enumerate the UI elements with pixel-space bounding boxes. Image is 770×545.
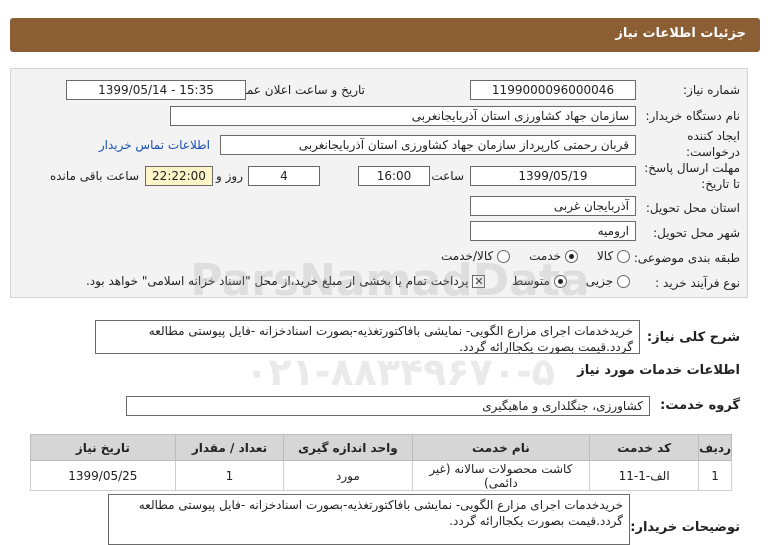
page-header: جزئیات اطلاعات نیاز bbox=[10, 18, 760, 52]
col-header-quantity: تعداد / مقدار bbox=[174, 434, 285, 461]
category-option-goods-service: کالا/خدمت bbox=[441, 249, 494, 263]
col-header-unit: واحد اندازه گیری bbox=[283, 434, 413, 461]
treasury-payment-note: پرداخت تمام یا بخشی از مبلغ خرید،از محل … bbox=[85, 274, 469, 288]
table-row: 1 الف-1-11 کاشت محصولات سالانه (غیر دائم… bbox=[30, 460, 732, 491]
deadline-label-line2: تا تاریخ: bbox=[701, 177, 740, 191]
creator-label-line1: ایجاد کننده bbox=[687, 129, 740, 143]
buyer-org-label: نام دستگاه خریدار: bbox=[645, 109, 741, 123]
buyer-contact-link[interactable]: اطلاعات تماس خریدار bbox=[99, 138, 210, 152]
process-type-label: نوع فرآیند خرید : bbox=[655, 276, 740, 290]
cell-quantity: 1 bbox=[174, 460, 285, 491]
buyer-notes-text: خریدخدمات اجرای مزارع الگویی- نمایشی باف… bbox=[108, 494, 630, 545]
days-remaining-field: 4 bbox=[248, 166, 320, 186]
category-radio-goods[interactable] bbox=[617, 250, 630, 263]
need-number-label: شماره نیاز: bbox=[683, 83, 740, 97]
process-option-medium: متوسط bbox=[512, 274, 550, 288]
city-field: ارومیه bbox=[470, 221, 636, 241]
table-header-row: ردیف کد خدمت نام خدمت واحد اندازه گیری ت… bbox=[30, 434, 732, 461]
process-radio-group: جزیی متوسط ✕ پرداخت تمام یا بخشی از مبلغ… bbox=[86, 274, 630, 288]
province-field: آذربایجان غربی bbox=[470, 196, 636, 216]
category-radio-goods-service[interactable] bbox=[497, 250, 511, 263]
category-label: طبقه بندی موضوعی: bbox=[633, 251, 740, 265]
service-group-label: گروه خدمت: bbox=[660, 398, 740, 413]
col-header-need-date: تاریخ نیاز bbox=[30, 434, 176, 461]
process-radio-medium[interactable] bbox=[553, 275, 567, 288]
category-option-goods: کالا bbox=[596, 249, 614, 263]
creator-field: قربان رحمتی کارپرداز سازمان جهاد کشاورزی… bbox=[220, 135, 636, 155]
col-header-name: نام خدمت bbox=[411, 434, 591, 461]
cell-need-date: 1399/05/25 bbox=[30, 460, 176, 491]
summary-label: شرح کلی نیاز: bbox=[646, 330, 740, 345]
announce-date-field: 1399/05/14 - 15:35 bbox=[66, 80, 246, 100]
deadline-time-field: 16:00 bbox=[358, 166, 430, 186]
remaining-time-field: 22:22:00 bbox=[145, 166, 213, 186]
col-header-row: ردیف bbox=[698, 434, 732, 461]
col-header-code: کد خدمت bbox=[589, 434, 700, 461]
category-radio-service[interactable] bbox=[564, 250, 578, 263]
services-section-title: اطلاعات خدمات مورد نیاز bbox=[577, 363, 740, 378]
summary-text: خریدخدمات اجرای مزارع الگویی- نمایشی باف… bbox=[95, 320, 640, 354]
days-label: روز و bbox=[216, 169, 243, 183]
category-option-service: خدمت bbox=[529, 249, 562, 263]
treasury-payment-checkbox[interactable]: ✕ bbox=[472, 275, 486, 288]
cell-service-name: کاشت محصولات سالانه (غیر دائمی) bbox=[411, 460, 591, 491]
deadline-date-field: 1399/05/19 bbox=[470, 166, 636, 186]
creator-label-line2: درخواست: bbox=[686, 145, 740, 159]
category-radio-group: کالا خدمت کالا/خدمت bbox=[441, 249, 630, 263]
remaining-time-label: ساعت باقی مانده bbox=[49, 169, 139, 183]
buyer-notes-label: توضیحات خریدار: bbox=[630, 520, 740, 535]
deadline-time-label: ساعت bbox=[431, 169, 464, 183]
cell-row-number: 1 bbox=[698, 460, 732, 491]
cell-service-code: الف-1-11 bbox=[589, 460, 700, 491]
cell-unit: مورد bbox=[283, 460, 413, 491]
services-table: ردیف کد خدمت نام خدمت واحد اندازه گیری ت… bbox=[30, 434, 732, 491]
page-header-title: جزئیات اطلاعات نیاز bbox=[615, 26, 746, 41]
process-option-minor: جزیی bbox=[585, 274, 614, 288]
watermark-phone: ۰۲۱-۸۸۳۴۹۶۷۰-۵ bbox=[245, 350, 555, 394]
buyer-org-field: سازمان جهاد کشاورزی استان آذربایجانغربی bbox=[170, 106, 636, 126]
need-number-field: 1199000096000046 bbox=[470, 80, 636, 100]
city-label: شهر محل تحویل: bbox=[653, 226, 740, 240]
service-group-field: کشاورزی، جنگلداری و ماهیگیری bbox=[126, 396, 650, 416]
deadline-label-line1: مهلت ارسال پاسخ: bbox=[644, 161, 740, 175]
province-label: استان محل تحویل: bbox=[645, 201, 740, 215]
process-radio-minor[interactable] bbox=[617, 275, 630, 288]
